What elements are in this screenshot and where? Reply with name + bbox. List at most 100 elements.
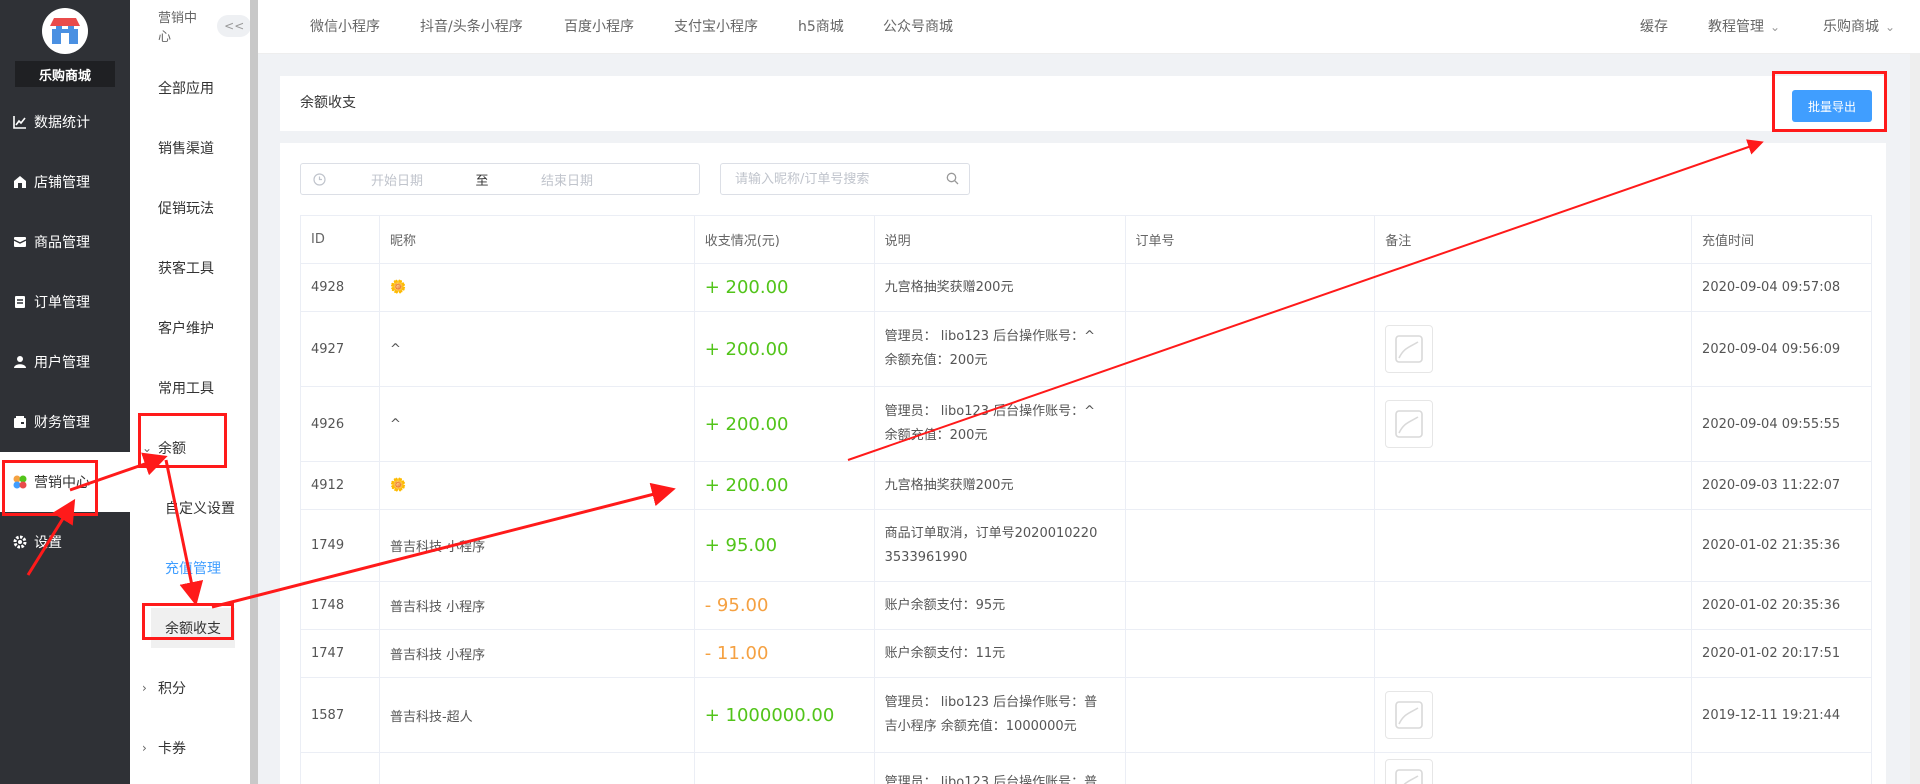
clock-icon [301,172,337,186]
tab-douyin[interactable]: 抖音/头条小程序 [420,0,523,54]
cell-id: 4926 [300,386,380,462]
cell-amount: + 95.00 [693,509,875,582]
cell-id: 1587 [300,677,380,753]
sidebar-item-users[interactable]: 用户管理 [0,332,130,392]
cell-remark [1374,461,1693,510]
sub-item-label: 客户维护 [158,321,214,337]
desc-line: 账户余额支付：95元 [884,597,1006,613]
cell-nickname: ^ [378,311,695,387]
desc-line: 账户余额支付：11元 [884,645,1006,661]
tab-wechat[interactable]: 微信小程序 [310,0,380,54]
sidebar-item-store[interactable]: 店铺管理 [0,152,130,212]
desc-line: 九宫格抽奖获赠200元 [884,279,1014,295]
cell-amount [693,752,875,784]
content-card: 开始日期 至 结束日期 ID 昵称 收支情况(元) 说明 订单号 备注 充值时间… [280,143,1886,784]
cell-time: 2019-12-11 19:21:44 [1691,677,1872,753]
shop-menu[interactable]: 乐购商城 [1823,0,1895,54]
sub-item-recharge[interactable]: 充值管理 [130,538,251,598]
page-scrollbar[interactable] [1910,54,1920,784]
cell-time: 2020-09-04 09:57:08 [1691,263,1872,312]
table-row: 1749 普吉科技 小程序 + 95.00 商品订单取消，订单号2020010220 3… [300,509,1872,582]
sub-item-label: 促销玩法 [158,201,214,217]
tab-alipay[interactable]: 支付宝小程序 [674,0,758,54]
search-icon[interactable] [946,172,959,189]
cell-id: 1747 [300,629,380,678]
chevron-right-icon: › [142,741,147,755]
sub-sidebar-scrollbar[interactable] [250,0,258,784]
desc-line: 商品订单取消，订单号2020010220 [884,525,1098,541]
cell-remark [1374,752,1693,784]
sidebar-item-finance[interactable]: 财务管理 [0,392,130,452]
collapse-button[interactable]: << [217,15,251,37]
sub-item-custom-settings[interactable]: 自定义设置 [130,478,251,538]
tutorial-menu[interactable]: 教程管理 [1708,0,1780,54]
cell-order-no [1124,581,1376,630]
image-placeholder-icon[interactable] [1385,325,1434,373]
cell-time: 2020-01-02 20:17:51 [1691,629,1872,678]
image-placeholder-icon[interactable] [1385,400,1434,448]
sub-item-promotion[interactable]: 促销玩法 [130,178,251,238]
page-title: 余额收支 [300,95,356,111]
date-range-picker[interactable]: 开始日期 至 结束日期 [300,163,700,195]
sidebar-item-orders[interactable]: 订单管理 [0,272,130,332]
desc-line: 管理员： libo123 后台操作账号：^ [884,404,1096,419]
shop-logo-icon [42,8,88,54]
search-box[interactable] [720,163,970,195]
sub-group-coupons[interactable]: › 卡券 [130,718,251,778]
image-placeholder-icon[interactable] [1385,691,1434,739]
tab-official-account[interactable]: 公众号商城 [883,0,953,54]
cell-description: 管理员： libo123 后台操作账号：普 [873,752,1126,784]
sidebar-item-goods[interactable]: 商品管理 [0,212,130,272]
table-row: 4912 🌼 + 200.00 九宫格抽奖获赠200元 2020-09-03 11:22… [300,461,1872,510]
sub-item-customer-care[interactable]: 客户维护 [130,298,251,358]
wallet-icon [12,414,28,430]
cell-amount: + 200.00 [693,311,875,387]
cell-description: 管理员： libo123 后台操作账号：普 吉小程序 余额充值：1000000元 [873,677,1126,753]
desc-line: 吉小程序 余额充值：1000000元 [884,719,1077,734]
sub-item-label: 充值管理 [165,561,221,577]
col-header: ID [300,215,380,264]
cell-description: 九宫格抽奖获赠200元 [873,263,1126,312]
cache-button[interactable]: 缓存 [1640,0,1668,54]
cell-nickname: 普吉科技 小程序 [378,581,695,630]
user-icon [12,354,28,370]
cell-nickname: 普吉科技-超人 [378,677,695,753]
sidebar-item-settings[interactable]: 设置 [0,512,130,572]
cell-nickname: 🌼 [378,461,695,510]
tab-h5[interactable]: h5商城 [798,0,844,54]
top-nav: 微信小程序 抖音/头条小程序 百度小程序 支付宝小程序 h5商城 公众号商城 缓… [258,0,1920,54]
desc-line: 余额充值：200元 [884,353,988,368]
cell-order-no [1124,629,1376,678]
sidebar-item-label: 商品管理 [34,235,90,251]
col-header: 说明 [873,215,1126,264]
cell-description: 管理员： libo123 后台操作账号：^ 余额充值：200元 [873,386,1126,462]
search-input[interactable] [735,171,935,187]
cell-order-no [1124,752,1376,784]
col-header: 备注 [1374,215,1693,264]
image-placeholder-icon[interactable] [1385,758,1434,784]
col-header: 订单号 [1124,215,1376,264]
sub-item-common-tools[interactable]: 常用工具 [130,358,251,418]
cell-time: 2020-09-03 11:22:07 [1691,461,1872,510]
table-row: 1747 普吉科技 小程序 - 11.00 账户余额支付：11元 2020-01-02 … [300,629,1872,678]
cell-remark [1374,386,1693,462]
cell-time: 2020-09-04 09:56:09 [1691,311,1872,387]
col-header: 昵称 [378,215,695,264]
sidebar-item-label: 财务管理 [34,415,90,431]
sidebar-item-stats[interactable]: 数据统计 [0,92,130,152]
start-date-input[interactable]: 开始日期 [337,170,457,189]
sub-item-acquisition[interactable]: 获客工具 [130,238,251,298]
desc-line: 管理员： libo123 后台操作账号：普 [884,774,1098,784]
sidebar-item-label: 订单管理 [34,295,90,311]
sub-group-label: 卡券 [158,741,186,757]
cell-remark [1374,311,1693,387]
cell-description: 账户余额支付：95元 [873,581,1126,630]
cell-id: 4912 [300,461,380,510]
end-date-input[interactable]: 结束日期 [507,170,627,189]
main-sidebar: 乐购商城 数据统计 店铺管理 商品管理 订单管理 用户管理 财务管理 营销中心 … [0,0,130,784]
sub-item-sales-channel[interactable]: 销售渠道 [130,118,251,178]
cell-remark [1374,629,1693,678]
sub-item-all-apps[interactable]: 全部应用 [130,58,251,118]
tab-baidu[interactable]: 百度小程序 [564,0,634,54]
sub-group-points[interactable]: › 积分 [130,658,251,718]
